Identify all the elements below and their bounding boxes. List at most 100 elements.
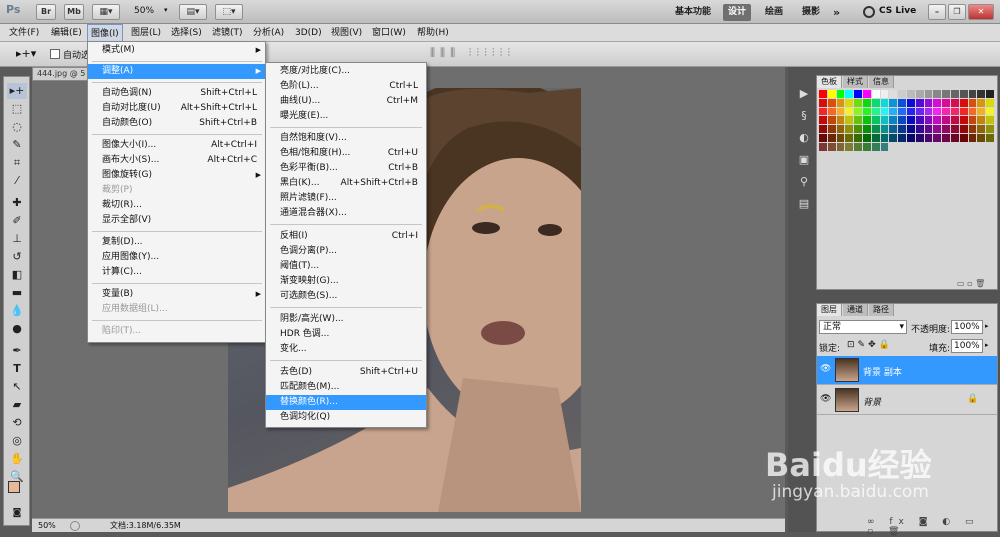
color-swatch[interactable] [959, 90, 968, 98]
color-swatch[interactable] [836, 98, 845, 107]
color-swatch[interactable] [959, 107, 968, 116]
color-swatch[interactable] [819, 107, 827, 116]
color-swatch[interactable] [863, 134, 871, 142]
menu-select[interactable]: 选择(S) [168, 24, 205, 42]
color-swatch[interactable] [845, 125, 854, 133]
color-swatch[interactable] [854, 116, 862, 125]
color-swatch[interactable] [880, 90, 889, 98]
color-swatch[interactable] [977, 134, 986, 142]
status-zoom[interactable]: 50% [38, 519, 56, 532]
color-swatch[interactable] [986, 98, 994, 107]
color-swatch[interactable] [827, 116, 836, 125]
clone-stamp-icon[interactable]: ⊥ [7, 231, 27, 247]
view-extras-button[interactable]: ▦▾ [92, 4, 120, 20]
3d-orbit-icon[interactable]: ◎ [7, 433, 27, 449]
color-swatch[interactable] [968, 116, 977, 125]
color-swatch[interactable] [977, 90, 986, 98]
cslive-button[interactable]: CS Live [879, 6, 916, 16]
color-swatch[interactable] [880, 98, 889, 107]
pen-tool-icon[interactable]: ✒ [7, 343, 27, 359]
color-swatch[interactable] [924, 90, 933, 98]
lasso-tool-icon[interactable]: ◌ [7, 119, 27, 135]
color-swatch[interactable] [819, 125, 827, 133]
color-swatch[interactable] [871, 107, 880, 116]
menu-view[interactable]: 视图(V) [328, 24, 365, 42]
color-swatch[interactable] [986, 90, 994, 98]
color-swatch[interactable] [915, 90, 924, 98]
menu-item-photo-filter[interactable]: 照片滤镜(F)... [266, 191, 426, 206]
color-swatch[interactable] [915, 116, 924, 125]
eye-icon[interactable]: 👁 [820, 364, 831, 374]
eye-icon[interactable]: 👁 [820, 394, 831, 404]
color-swatch[interactable] [889, 116, 898, 125]
workspace-photography[interactable]: 摄影 [797, 4, 825, 21]
menu-help[interactable]: 帮助(H) [414, 24, 452, 42]
color-swatch[interactable] [915, 107, 924, 116]
color-swatch[interactable] [898, 98, 906, 107]
menu-item-color-balance[interactable]: 色彩平衡(B)... Ctrl+B [266, 161, 426, 176]
menu-item-mode[interactable]: 模式(M) ▶ [88, 43, 265, 58]
color-swatch[interactable] [898, 107, 906, 116]
color-swatch[interactable] [880, 125, 889, 133]
lock-icons[interactable]: ⊡✎✥🔒 [847, 340, 893, 350]
fill-input[interactable]: 100% [951, 339, 983, 353]
color-swatch[interactable] [827, 142, 836, 151]
color-swatch[interactable] [819, 98, 827, 107]
shape-tool-icon[interactable]: ▰ [7, 397, 27, 413]
quick-select-icon[interactable]: ✎ [7, 137, 27, 153]
menu-item-shadows-highlights[interactable]: 阴影/高光(W)... [266, 312, 426, 327]
fill-slider-arrow[interactable]: ▸ [985, 341, 989, 349]
menu-item-auto-tone[interactable]: 自动色调(N) Shift+Ctrl+L [88, 86, 265, 101]
color-swatch[interactable] [968, 125, 977, 133]
3d-rotate-icon[interactable]: ⟲ [7, 415, 27, 431]
color-swatch[interactable] [836, 142, 845, 151]
color-swatch[interactable] [863, 125, 871, 133]
color-swatch[interactable] [845, 116, 854, 125]
color-swatch[interactable] [907, 134, 915, 142]
menu-item-vibrance[interactable]: 自然饱和度(V)... [266, 131, 426, 146]
workspace-design[interactable]: 设计 [723, 4, 752, 21]
color-swatch[interactable] [951, 125, 959, 133]
color-swatch[interactable] [986, 116, 994, 125]
color-swatch[interactable] [907, 125, 915, 133]
menu-item-image-rotation[interactable]: 图像旋转(G) ▶ [88, 168, 265, 183]
move-tool-icon[interactable]: ▸+ [7, 83, 27, 99]
color-swatch[interactable] [854, 98, 862, 107]
restore-button[interactable]: ❐ [948, 4, 966, 20]
color-swatch[interactable] [889, 107, 898, 116]
color-swatch[interactable] [871, 134, 880, 142]
auto-select-checkbox[interactable] [50, 49, 60, 59]
color-swatch[interactable] [942, 107, 950, 116]
color-swatch[interactable] [819, 90, 827, 98]
color-swatch[interactable] [880, 134, 889, 142]
tab-channels[interactable]: 通道 [843, 304, 868, 316]
gradient-tool-icon[interactable]: ▬ [7, 285, 27, 301]
color-swatch[interactable] [959, 98, 968, 107]
color-swatch[interactable] [871, 125, 880, 133]
dodge-tool-icon[interactable]: ● [7, 321, 27, 337]
menu-item-hdr-toning[interactable]: HDR 色调... [266, 327, 426, 342]
color-swatch[interactable] [933, 116, 942, 125]
menu-file[interactable]: 文件(F) [6, 24, 42, 42]
workspace-painting[interactable]: 绘画 [760, 4, 788, 21]
menu-item-curves[interactable]: 曲线(U)... Ctrl+M [266, 94, 426, 109]
brush-tool-icon[interactable]: ✐ [7, 213, 27, 229]
tab-paths[interactable]: 路径 [869, 304, 894, 316]
menu-window[interactable]: 窗口(W) [369, 24, 409, 42]
color-swatch[interactable] [942, 116, 950, 125]
color-swatch[interactable] [915, 98, 924, 107]
menu-item-brightness-contrast[interactable]: 亮度/对比度(C)... [266, 64, 426, 79]
menu-item-calculations[interactable]: 计算(C)... [88, 265, 265, 280]
color-swatch[interactable] [951, 134, 959, 142]
color-swatch[interactable] [898, 90, 906, 98]
crop-tool-icon[interactable]: ⌗ [7, 155, 27, 171]
menu-filter[interactable]: 滤镜(T) [209, 24, 246, 42]
color-swatch[interactable] [863, 107, 871, 116]
swatch-panel-icons[interactable]: ▭ ▫ 🗑 [957, 279, 985, 288]
menu-item-duplicate[interactable]: 复制(D)... [88, 235, 265, 250]
color-swatch[interactable] [907, 98, 915, 107]
screen-mode-button[interactable]: ⬚▾ [215, 4, 243, 20]
color-swatch[interactable] [854, 90, 862, 98]
color-swatch[interactable] [924, 134, 933, 142]
color-swatch[interactable] [986, 107, 994, 116]
